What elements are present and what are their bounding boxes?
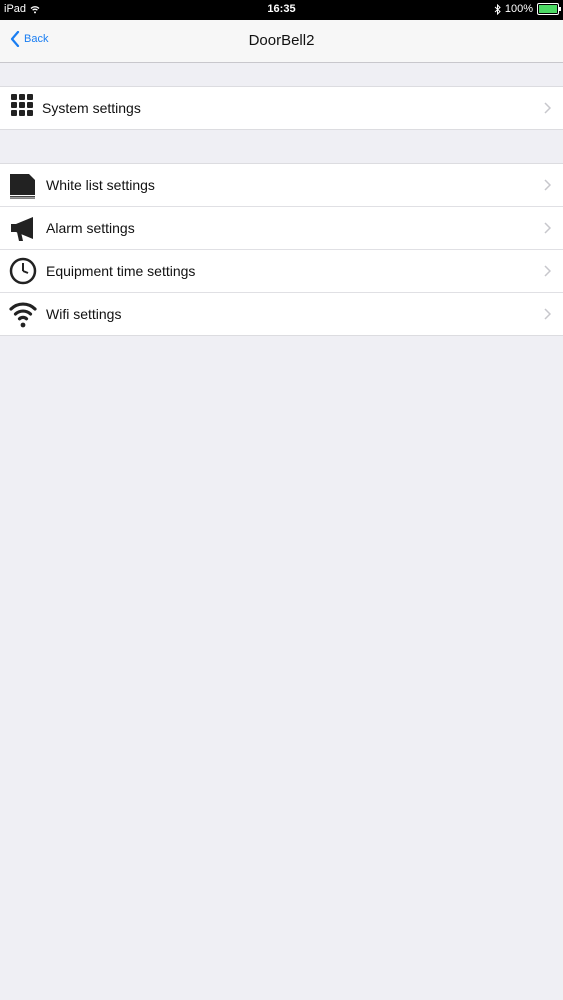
row-white-list-settings[interactable]: White list settings xyxy=(0,164,563,206)
row-system-settings[interactable]: System settings xyxy=(0,87,563,129)
settings-group-system: System settings xyxy=(0,86,563,130)
bluetooth-icon xyxy=(494,3,501,15)
status-bar: iPad 16:35 100% xyxy=(0,0,563,20)
settings-group-device: White list settings Alarm settings Equip… xyxy=(0,163,563,336)
row-label: White list settings xyxy=(46,177,155,193)
row-label: Alarm settings xyxy=(46,220,135,236)
battery-percent: 100% xyxy=(504,3,533,15)
status-time: 16:35 xyxy=(267,3,296,15)
chevron-right-icon xyxy=(544,222,551,234)
row-equipment-time-settings[interactable]: Equipment time settings xyxy=(0,249,563,292)
battery-icon xyxy=(537,3,561,15)
row-label: Equipment time settings xyxy=(46,263,196,279)
nav-bar: Back DoorBell2 xyxy=(0,20,563,63)
row-wifi-settings[interactable]: Wifi settings xyxy=(0,292,563,335)
document-stack-icon xyxy=(10,174,35,199)
row-label: Wifi settings xyxy=(46,306,122,322)
row-alarm-settings[interactable]: Alarm settings xyxy=(0,206,563,249)
status-right: 100% xyxy=(494,3,561,15)
chevron-right-icon xyxy=(544,102,551,114)
row-label: System settings xyxy=(42,100,141,116)
wifi-icon xyxy=(9,302,37,328)
chevron-right-icon xyxy=(544,308,551,320)
page-title: DoorBell2 xyxy=(248,32,315,49)
chevron-right-icon xyxy=(544,179,551,191)
clock-icon xyxy=(9,257,37,285)
grid-icon xyxy=(11,94,33,116)
chevron-right-icon xyxy=(544,265,551,277)
megaphone-icon xyxy=(11,217,33,241)
